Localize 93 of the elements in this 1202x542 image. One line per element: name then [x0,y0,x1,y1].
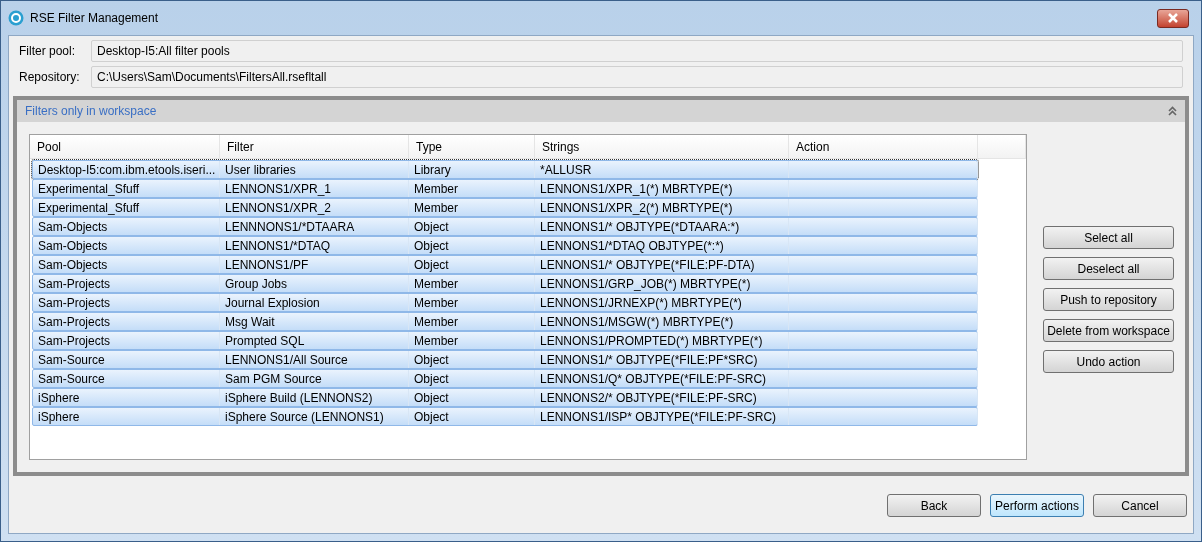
table-cell-text: LENNONS1/XPR_1(*) MBRTYPE(*) [540,180,733,198]
table-cell-text: iSphere Build (LENNONS2) [225,389,373,407]
table-cell-text: iSphere Source (LENNONS1) [225,408,384,426]
table-cell-text: Object [414,370,449,388]
table-cell-text: Journal Explosion [225,294,320,312]
table-row[interactable]: Sam-Projects Journal Explosion Member LENNONS1/JRNEXP(*) MBRTYPE(*) [32,293,978,312]
table-row[interactable]: Sam-Objects LENNONS1/*DTAQ Object LENNONS1/*DTAQ OBJTYPE(*:*) [32,236,978,255]
table-cell-text: Object [414,256,449,274]
table-row[interactable]: Experimental_Sfuff LENNONS1/XPR_2 Member LENNONS1/XPR_2(*) MBRTYPE(*) [32,198,978,217]
action-button[interactable]: Deselect all [1043,257,1174,280]
table-cell-text: iSphere [38,408,80,426]
table-row[interactable]: Experimental_Sfuff LENNONS1/XPR_1 Member LENNONS1/XPR_1(*) MBRTYPE(*) [32,179,978,198]
table-cell-text: Sam-Source [38,370,105,388]
action-button[interactable]: Delete from workspace [1043,319,1174,342]
table-cell-text: LENNONS1/*DTAQ OBJTYPE(*:*) [540,237,724,255]
action-button[interactable]: Undo action [1043,350,1174,373]
table-cell-text: Experimental_Sfuff [38,199,140,217]
table-cell-text: *ALLUSR [540,161,592,179]
table-cell-text: User libraries [225,161,296,179]
table-cell-text: Sam-Objects [38,237,108,255]
table-cell-text: LENNONS1/XPR_2(*) MBRTYPE(*) [540,199,733,217]
app-icon [8,10,24,26]
table-cell-text: LENNONS1/All Source [225,351,348,369]
table-cell-text: LENNONS1/* OBJTYPE(*DTAARA:*) [540,218,740,236]
table-row[interactable]: Sam-Projects Prompted SQL Member LENNONS1/PROMPTED(*) MBRTYPE(*) [32,331,978,350]
table-cell-text: LENNONS1/JRNEXP(*) MBRTYPE(*) [540,294,742,312]
action-button[interactable]: Select all [1043,226,1174,249]
table-cell-text: Sam-Projects [38,332,111,350]
read-only-field[interactable]: Desktop-I5:All filter pools [91,40,1183,62]
table-cell-text: Sam PGM Source [225,370,322,388]
table-row[interactable]: Sam-Objects LENNONS1/PF Object LENNONS1/* OBJTYPE(*FILE:PF-DTA) [32,255,978,274]
table-cell-text: LENNONS1/* OBJTYPE(*FILE:PF-DTA) [540,256,755,274]
table-row[interactable]: Sam-Projects Msg Wait Member LENNONS1/MSGW(*) MBRTYPE(*) [32,312,978,331]
close-icon [1167,13,1179,23]
table-cell-text: LENNONS1/ISP* OBJTYPE(*FILE:PF-SRC) [540,408,777,426]
table-cell-text: LENNONS1/GRP_JOB(*) MBRTYPE(*) [540,275,751,293]
table-cell-text: iSphere [38,389,80,407]
table-cell-text: Member [414,199,458,217]
table-cell-text: Desktop-I5:com.ibm.etools.iseri... [38,161,216,179]
table-row[interactable]: Sam-Objects LENNNONS1/*DTAARA Object LENNONS1/* OBJTYPE(*DTAARA:*) [32,217,978,236]
table-cell-text: LENNONS1/* OBJTYPE(*FILE:PF*SRC) [540,351,758,369]
table-row[interactable]: Sam-Source Sam PGM Source Object LENNONS1/Q* OBJTYPE(*FILE:PF-SRC) [32,369,978,388]
table-cell-text: LENNNONS1/*DTAARA [225,218,355,236]
table-cell-text: Member [414,332,458,350]
table-cell-text: Sam-Projects [38,275,111,293]
table-cell-text: Sam-Projects [38,313,111,331]
table-cell-text: Group Jobs [225,275,288,293]
field-label: Filter pool: [19,43,77,60]
column-header[interactable]: Pool [30,135,220,158]
table-cell-text: LENNONS1/Q* OBJTYPE(*FILE:PF-SRC) [540,370,767,388]
close-button[interactable] [1157,8,1189,28]
collapse-icon[interactable] [1168,106,1177,116]
table-row[interactable]: Sam-Source LENNONS1/All Source Object LENNONS1/* OBJTYPE(*FILE:PF*SRC) [32,350,978,369]
table-row[interactable]: iSphere iSphere Source (LENNONS1) Object LENNONS1/ISP* OBJTYPE(*FILE:PF-SRC) [32,407,978,426]
table-cell-text: Experimental_Sfuff [38,180,140,198]
table-cell-text: Sam-Objects [38,218,108,236]
table-cell-text: LENNONS1/XPR_2 [225,199,332,217]
table-cell-text: Object [414,389,449,407]
table-cell-text: Prompted SQL [225,332,305,350]
table-cell-text: Object [414,218,449,236]
table-cell-text: Sam-Projects [38,294,111,312]
dialog-button[interactable]: Cancel [1093,494,1187,517]
table-cell-text: Object [414,351,449,369]
field-label: Repository: [19,69,81,86]
table-cell-text: Object [414,408,449,426]
read-only-field[interactable]: C:\Users\Sam\Documents\FiltersAll.rsefltall [91,66,1183,88]
table-cell-text: LENNONS1/XPR_1 [225,180,332,198]
table-cell-text: LENNONS1/MSGW(*) MBRTYPE(*) [540,313,734,331]
table-cell-text: LENNONS2/* OBJTYPE(*FILE:PF-SRC) [540,389,757,407]
section-title: Filters only in workspace [25,103,157,120]
table-cell-text: Member [414,180,458,198]
table-cell-text: Member [414,294,458,312]
table-cell-text: Sam-Source [38,351,105,369]
action-button[interactable]: Push to repository [1043,288,1174,311]
table-cell-text: Sam-Objects [38,256,108,274]
table-cell-text: Object [414,237,449,255]
column-header[interactable]: Filter [220,135,409,158]
table-cell-text: LENNONS1/*DTAQ [225,237,331,255]
window-title: RSE Filter Management [30,10,159,27]
table-cell-text: Msg Wait [225,313,275,331]
table-cell-text: Member [414,275,458,293]
table-row[interactable]: Desktop-I5:com.ibm.etools.iseri... User libraries Library *ALLUSR [32,160,978,179]
table-row[interactable]: Sam-Projects Group Jobs Member LENNONS1/GRP_JOB(*) MBRTYPE(*) [32,274,978,293]
dialog-button[interactable]: Perform actions [990,494,1084,517]
dialog-button[interactable]: Back [887,494,981,517]
table-cell-text: LENNONS1/PROMPTED(*) MBRTYPE(*) [540,332,763,350]
column-header[interactable]: Action [789,135,978,158]
table-cell-text: Member [414,313,458,331]
column-header[interactable]: Type [409,135,535,158]
table-row[interactable]: iSphere iSphere Build (LENNONS2) Object LENNONS2/* OBJTYPE(*FILE:PF-SRC) [32,388,978,407]
column-header[interactable]: Strings [535,135,789,158]
table-cell-text: Library [414,161,451,179]
table-cell-text: LENNONS1/PF [225,256,309,274]
